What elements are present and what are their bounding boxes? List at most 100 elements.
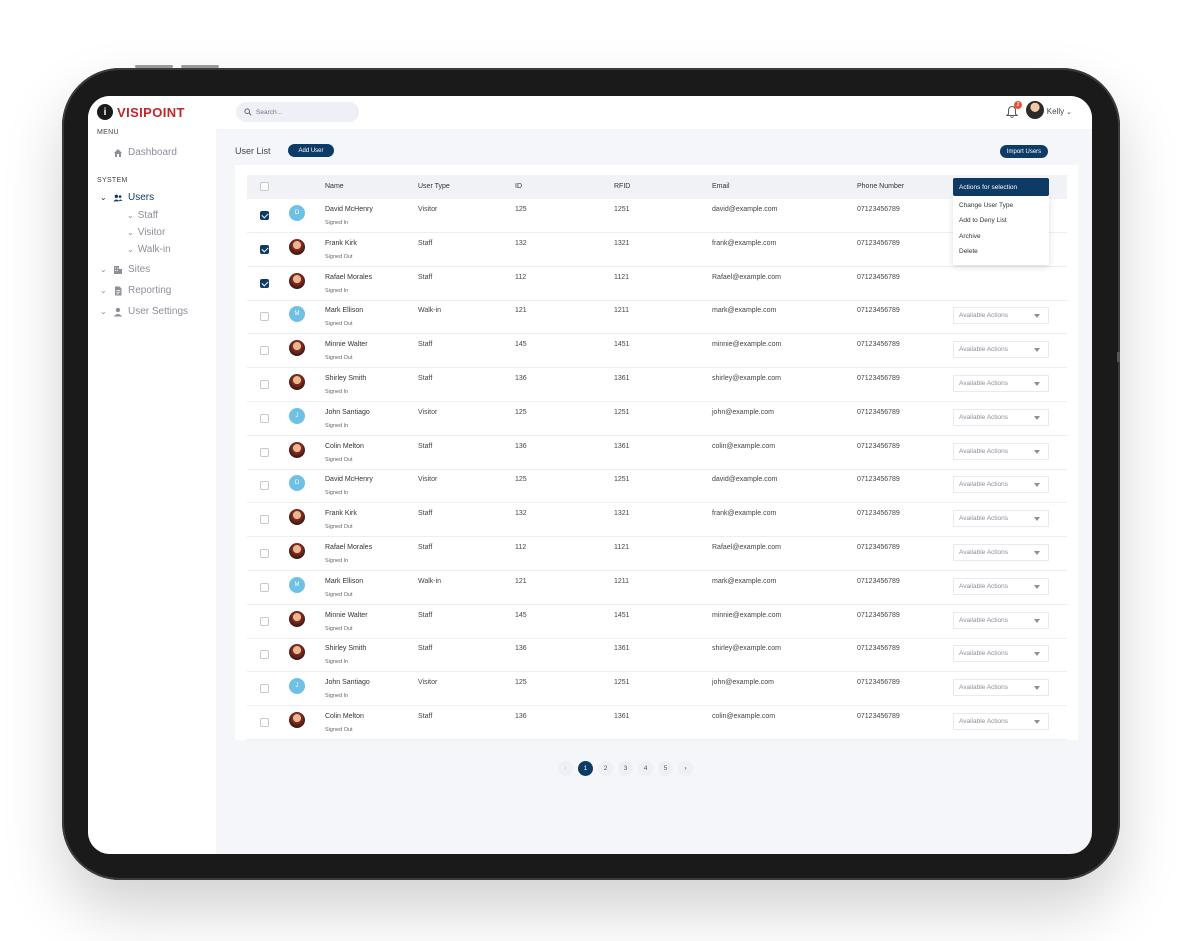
- app-logo[interactable]: i VISIPOINT: [97, 104, 185, 120]
- available-actions-dropdown[interactable]: Available Actions: [953, 476, 1049, 494]
- page-button-2[interactable]: 2: [598, 761, 613, 776]
- import-users-button[interactable]: Import Users: [1000, 145, 1048, 158]
- table-row[interactable]: Rafael Morales Signed In Staff 112 1121 Rafae…: [247, 267, 1067, 301]
- row-checkbox[interactable]: [260, 346, 269, 356]
- available-actions-dropdown[interactable]: Available Actions: [953, 577, 1049, 595]
- available-actions-dropdown[interactable]: Available Actions: [953, 408, 1049, 426]
- sidebar-item-users[interactable]: ⌄ Users: [100, 192, 154, 203]
- column-header-user-type[interactable]: User Type: [418, 183, 450, 190]
- available-actions-dropdown[interactable]: Available Actions: [953, 679, 1049, 697]
- available-actions-dropdown[interactable]: Available Actions: [953, 611, 1049, 629]
- row-checkbox[interactable]: [260, 312, 269, 322]
- row-checkbox[interactable]: [260, 650, 269, 660]
- available-actions-dropdown[interactable]: Available Actions: [953, 645, 1049, 663]
- user-name[interactable]: Minnie Walter: [325, 612, 368, 619]
- row-checkbox[interactable]: [260, 549, 269, 558]
- row-checkbox[interactable]: [260, 515, 269, 525]
- row-checkbox[interactable]: [260, 481, 269, 491]
- table-row[interactable]: M Mark Ellison Signed Out Walk-in 121 1211 mar…: [247, 571, 1067, 605]
- available-actions-dropdown[interactable]: Available Actions: [953, 375, 1049, 392]
- user-type: Visitor: [418, 408, 438, 416]
- sidebar-item-dashboard[interactable]: Dashboard: [113, 147, 177, 158]
- user-name[interactable]: Minnie Walter: [325, 341, 368, 348]
- row-checkbox[interactable]: [260, 380, 269, 389]
- search-input[interactable]: [256, 108, 351, 116]
- user-name[interactable]: David McHenry: [325, 206, 373, 213]
- menu-item-delete[interactable]: Delete: [959, 248, 978, 255]
- page-button-1[interactable]: 1: [578, 761, 593, 776]
- user-name[interactable]: David McHenry: [325, 476, 373, 483]
- column-header-phone[interactable]: Phone Number: [857, 183, 904, 190]
- user-name[interactable]: Frank Kirk: [325, 510, 357, 517]
- sidebar-item-sites[interactable]: ⌄ Sites: [100, 264, 150, 275]
- user-name[interactable]: John Santiago: [325, 679, 370, 686]
- actions-dropdown-header[interactable]: Actions for selection: [953, 178, 1049, 196]
- menu-item-archive[interactable]: Archive: [959, 233, 981, 240]
- table-row[interactable]: D David McHenry Signed In Visitor 125 1251 dav…: [247, 199, 1067, 233]
- user-name[interactable]: Rafael Morales: [325, 274, 372, 281]
- search-box[interactable]: [236, 102, 359, 122]
- row-checkbox[interactable]: [260, 244, 269, 254]
- avatar: D: [289, 475, 305, 492]
- available-actions-dropdown[interactable]: Available Actions: [953, 442, 1049, 460]
- sidebar-item-user-settings[interactable]: ⌄ User Settings: [100, 306, 188, 317]
- page-button-5[interactable]: 5: [658, 761, 673, 776]
- available-actions-dropdown[interactable]: Available Actions: [953, 544, 1049, 561]
- row-checkbox[interactable]: [260, 278, 269, 288]
- table-row[interactable]: Shirley Smith Signed In Staff 136 1361 shirle…: [247, 368, 1067, 402]
- available-actions-dropdown[interactable]: Available Actions: [953, 510, 1049, 528]
- user-name[interactable]: Mark Ellison: [325, 307, 363, 314]
- sidebar-subitem-staff[interactable]: ⌄ Staff: [127, 210, 158, 221]
- user-name[interactable]: Colin Melton: [325, 713, 364, 720]
- add-user-button[interactable]: Add User: [288, 144, 334, 157]
- table-row[interactable]: M Mark Ellison Signed Out Walk-in 121 1211 mar…: [247, 300, 1067, 335]
- row-checkbox[interactable]: [260, 211, 269, 220]
- column-header-name[interactable]: Name: [325, 183, 344, 190]
- table-row[interactable]: J John Santiago Signed In Visitor 125 1251 joh…: [247, 672, 1067, 707]
- select-all-checkbox[interactable]: [260, 182, 269, 191]
- user-name[interactable]: Rafael Morales: [325, 544, 372, 551]
- table-row[interactable]: J John Santiago Signed In Visitor 125 1251 joh…: [247, 402, 1067, 436]
- table-row[interactable]: Minnie Walter Signed Out Staff 145 1451 minni…: [247, 605, 1067, 639]
- avatar[interactable]: [1026, 101, 1044, 119]
- user-name[interactable]: Shirley Smith: [325, 645, 366, 652]
- table-row[interactable]: Colin Melton Signed Out Staff 136 1361 colin@…: [247, 436, 1067, 470]
- user-menu[interactable]: Kelly ⌄: [1047, 107, 1072, 116]
- column-header-rfid[interactable]: RFID: [614, 183, 630, 190]
- user-name[interactable]: Shirley Smith: [325, 375, 366, 382]
- row-checkbox[interactable]: [260, 582, 269, 592]
- table-row[interactable]: Colin Melton Signed Out Staff 136 1361 colin@…: [247, 706, 1067, 740]
- row-checkbox[interactable]: [260, 447, 269, 457]
- table-row[interactable]: Frank Kirk Signed Out Staff 132 1321 frank@ex…: [247, 233, 1067, 267]
- table-row[interactable]: Frank Kirk Signed Out Staff 132 1321 frank@ex…: [247, 503, 1067, 538]
- user-rfid: 1251: [614, 408, 630, 416]
- user-phone: 07123456789: [857, 408, 900, 416]
- next-page-button[interactable]: ›: [678, 761, 693, 776]
- page-button-3[interactable]: 3: [618, 761, 633, 776]
- table-row[interactable]: Shirley Smith Signed In Staff 136 1361 shirle…: [247, 638, 1067, 673]
- user-name[interactable]: Frank Kirk: [325, 240, 357, 247]
- row-checkbox[interactable]: [260, 616, 269, 626]
- available-actions-dropdown[interactable]: Available Actions: [953, 341, 1049, 359]
- available-actions-dropdown[interactable]: Available Actions: [953, 713, 1049, 730]
- table-row[interactable]: Rafael Morales Signed In Staff 112 1121 Rafae…: [247, 537, 1067, 571]
- table-row[interactable]: Minnie Walter Signed Out Staff 145 1451 minni…: [247, 334, 1067, 369]
- sidebar-subitem-walk-in[interactable]: ⌄ Walk-in: [127, 244, 171, 255]
- page-button-4[interactable]: 4: [638, 761, 653, 776]
- row-checkbox[interactable]: [260, 684, 269, 694]
- column-header-id[interactable]: ID: [515, 183, 522, 190]
- notifications-button[interactable]: 2: [1005, 101, 1022, 119]
- sidebar-subitem-visitor[interactable]: ⌄ Visitor: [127, 227, 165, 238]
- menu-item-add-to-deny-list[interactable]: Add to Deny List: [959, 217, 1007, 224]
- column-header-email[interactable]: Email: [712, 183, 730, 190]
- prev-page-button[interactable]: ‹: [558, 761, 573, 776]
- row-checkbox[interactable]: [260, 413, 269, 423]
- menu-item-change-user-type[interactable]: Change User Type: [959, 202, 1013, 209]
- table-row[interactable]: D David McHenry Signed In Visitor 125 1251 dav…: [247, 469, 1067, 504]
- row-checkbox[interactable]: [260, 718, 269, 727]
- user-name[interactable]: Mark Ellison: [325, 578, 363, 585]
- sidebar-item-reporting[interactable]: ⌄ Reporting: [100, 285, 171, 296]
- available-actions-dropdown[interactable]: Available Actions: [953, 307, 1049, 325]
- user-name[interactable]: Colin Melton: [325, 443, 364, 450]
- user-name[interactable]: John Santiago: [325, 409, 370, 416]
